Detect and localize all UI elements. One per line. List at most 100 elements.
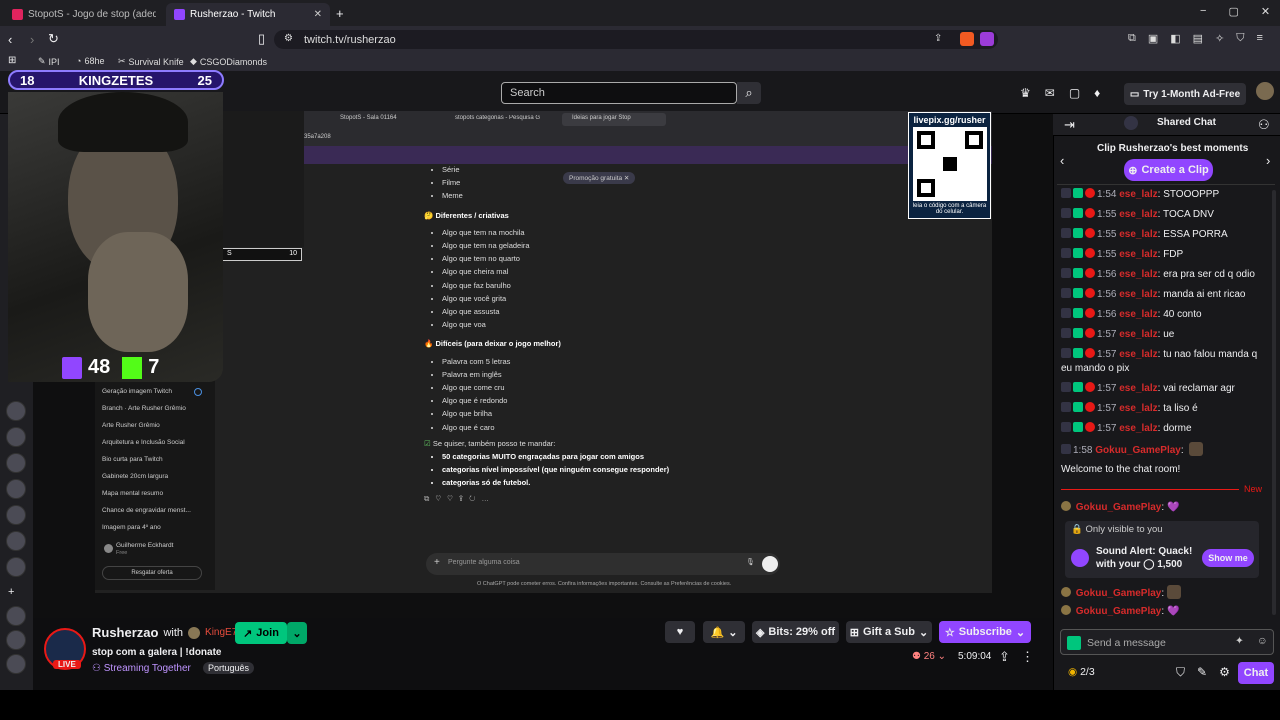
- notifications-icon[interactable]: ▢: [1069, 86, 1080, 100]
- tab-groups-icon[interactable]: ▣: [1148, 32, 1158, 45]
- chat-username[interactable]: ese_lalz: [1119, 423, 1157, 434]
- crown-icon[interactable]: ♛: [1020, 86, 1031, 100]
- brave-rewards-icon[interactable]: [980, 32, 994, 46]
- bookmark-icon[interactable]: ▯: [258, 31, 265, 47]
- channel-avatar[interactable]: [6, 630, 26, 650]
- chat-username[interactable]: Gokuu_GamePlay: [1076, 588, 1162, 599]
- reload-icon[interactable]: ↻: [48, 31, 59, 47]
- search-button[interactable]: ⌕: [737, 82, 761, 104]
- gear-icon[interactable]: ⚙: [1219, 665, 1230, 680]
- users-icon[interactable]: ⚇: [1258, 117, 1270, 133]
- bookmark-68he[interactable]: ◔ 68he: [76, 56, 104, 66]
- channel-points-counter[interactable]: ◉ 2/3: [1068, 666, 1095, 678]
- brave-shield-icon[interactable]: [960, 32, 974, 46]
- chat-username[interactable]: ese_lalz: [1119, 229, 1157, 240]
- chevron-right-icon[interactable]: ›: [1266, 153, 1270, 168]
- chat-message: Gokuu_GamePlay: 💜: [1061, 501, 1271, 515]
- subscribe-button[interactable]: ☆ Subscribe ⌄: [939, 621, 1031, 643]
- only-visible-text: Only visible to you: [1085, 524, 1163, 535]
- sidebar-icon[interactable]: ◧: [1170, 32, 1180, 45]
- chat-scrollbar[interactable]: [1272, 190, 1276, 615]
- chevron-left-icon[interactable]: ‹: [1060, 153, 1064, 168]
- show-me-button[interactable]: Show me: [1202, 549, 1254, 567]
- notifications-button[interactable]: 🔔 ⌄: [703, 621, 745, 643]
- maximize-icon[interactable]: ▢: [1228, 5, 1238, 18]
- channel-avatar[interactable]: [6, 654, 26, 674]
- shield-icon[interactable]: ⛉: [1176, 665, 1185, 680]
- bits-button[interactable]: ◈ Bits: 29% off: [752, 621, 839, 643]
- inner-tab-active: Ideias para jogar Stop: [562, 113, 666, 126]
- share-icon[interactable]: ⇪: [999, 649, 1010, 665]
- search-input[interactable]: Search: [501, 82, 737, 104]
- share-icon[interactable]: ⇪: [934, 33, 942, 44]
- category-link[interactable]: ⚇ Streaming Together: [92, 663, 191, 674]
- follow-heart-button[interactable]: ♥: [665, 621, 695, 643]
- close-window-icon[interactable]: ✕: [1261, 5, 1270, 18]
- leo-icon[interactable]: ✧: [1215, 32, 1224, 45]
- apps-grid-icon[interactable]: ⊞: [8, 55, 16, 66]
- new-tab-icon[interactable]: +: [336, 6, 344, 21]
- join-dropdown-button[interactable]: ⌄: [287, 622, 307, 644]
- site-info-icon[interactable]: ⚙: [284, 33, 293, 44]
- channel-avatar[interactable]: [6, 557, 26, 577]
- bits-icon[interactable]: ♦: [1094, 86, 1100, 100]
- more-options-icon[interactable]: ⋮: [1021, 649, 1034, 665]
- create-clip-button[interactable]: ⊕ Create a Clip: [1124, 159, 1213, 181]
- sidebar-item: Gabinete 20cm largura: [102, 473, 169, 480]
- hype-icon[interactable]: ✦: [1235, 635, 1244, 647]
- bookmark-csgodiamonds[interactable]: ◆ CSGODiamonds: [190, 56, 267, 67]
- mail-icon[interactable]: ✉: [1045, 86, 1055, 100]
- chat-username[interactable]: ese_lalz: [1119, 309, 1157, 320]
- collab-avatar[interactable]: [188, 626, 201, 639]
- show-me-label: Show me: [1208, 553, 1248, 563]
- gift-sub-button[interactable]: ⊞ Gift a Sub ⌄: [846, 621, 932, 643]
- vpn-icon[interactable]: ⛉: [1236, 32, 1244, 45]
- collapse-chat-icon[interactable]: ⇥: [1064, 117, 1075, 133]
- chat-username[interactable]: ese_lalz: [1119, 209, 1157, 220]
- menu-icon[interactable]: ≡: [1257, 32, 1263, 45]
- chat-username[interactable]: ese_lalz: [1119, 189, 1157, 200]
- heart-badge-icon: [1085, 308, 1095, 318]
- join-button[interactable]: ↗ Join: [235, 622, 287, 644]
- browser-tab-twitch[interactable]: Rusherzao - Twitch ✕: [166, 3, 330, 26]
- add-friend-icon[interactable]: +: [8, 586, 14, 598]
- bookmark-ipi[interactable]: ✎ IPI: [38, 56, 60, 67]
- pen-icon[interactable]: ✎: [1197, 665, 1207, 680]
- back-icon[interactable]: ‹: [8, 32, 12, 47]
- chat-username[interactable]: ese_lalz: [1119, 383, 1157, 394]
- wallet-icon[interactable]: ▤: [1193, 32, 1203, 45]
- minimize-icon[interactable]: −: [1200, 5, 1206, 18]
- address-bar[interactable]: ⚙ twitch.tv/rusherzao ⇪: [274, 30, 998, 49]
- heart-badge-icon: [1085, 422, 1095, 432]
- chat-username[interactable]: ese_lalz: [1119, 289, 1157, 300]
- streamer-name[interactable]: Rusherzao: [92, 625, 158, 640]
- chat-username[interactable]: ese_lalz: [1119, 349, 1157, 360]
- user-avatar[interactable]: [1256, 82, 1274, 100]
- chat-username[interactable]: ese_lalz: [1119, 329, 1157, 340]
- close-tab-icon[interactable]: ✕: [314, 9, 322, 20]
- extensions-icon[interactable]: ⧉: [1128, 32, 1136, 45]
- new-label: New: [1244, 484, 1263, 494]
- chat-username[interactable]: Gokuu_GamePlay: [1076, 606, 1162, 617]
- chat-username[interactable]: Gokuu_GamePlay: [1095, 445, 1181, 456]
- channel-avatar[interactable]: [6, 531, 26, 551]
- channel-avatar[interactable]: [6, 505, 26, 525]
- send-message-input[interactable]: Send a message ✦ ☺: [1060, 629, 1274, 655]
- channel-avatar[interactable]: [6, 453, 26, 473]
- chat-send-button[interactable]: Chat: [1238, 662, 1274, 684]
- channel-avatar[interactable]: [6, 479, 26, 499]
- list-item: 50 categorias MUITO engraçadas para joga…: [442, 450, 844, 463]
- channel-avatar[interactable]: [6, 606, 26, 626]
- forward-icon[interactable]: ›: [30, 32, 34, 47]
- channel-avatar[interactable]: [6, 427, 26, 447]
- chat-username[interactable]: ese_lalz: [1119, 249, 1157, 260]
- bookmark-survival-knife[interactable]: ✂ Survival Knife: [118, 56, 184, 67]
- chat-username[interactable]: ese_lalz: [1119, 403, 1157, 414]
- language-tag[interactable]: Português: [203, 662, 255, 674]
- ad-free-button[interactable]: ▭ Try 1-Month Ad-Free: [1124, 83, 1246, 105]
- browser-tab-stopots[interactable]: StopotS - Jogo de stop (adedanha o: [4, 3, 164, 26]
- emote-picker-icon[interactable]: ☺: [1257, 635, 1268, 647]
- channel-avatar[interactable]: [6, 401, 26, 421]
- chat-username[interactable]: ese_lalz: [1119, 269, 1157, 280]
- chat-username[interactable]: Gokuu_GamePlay: [1076, 502, 1162, 513]
